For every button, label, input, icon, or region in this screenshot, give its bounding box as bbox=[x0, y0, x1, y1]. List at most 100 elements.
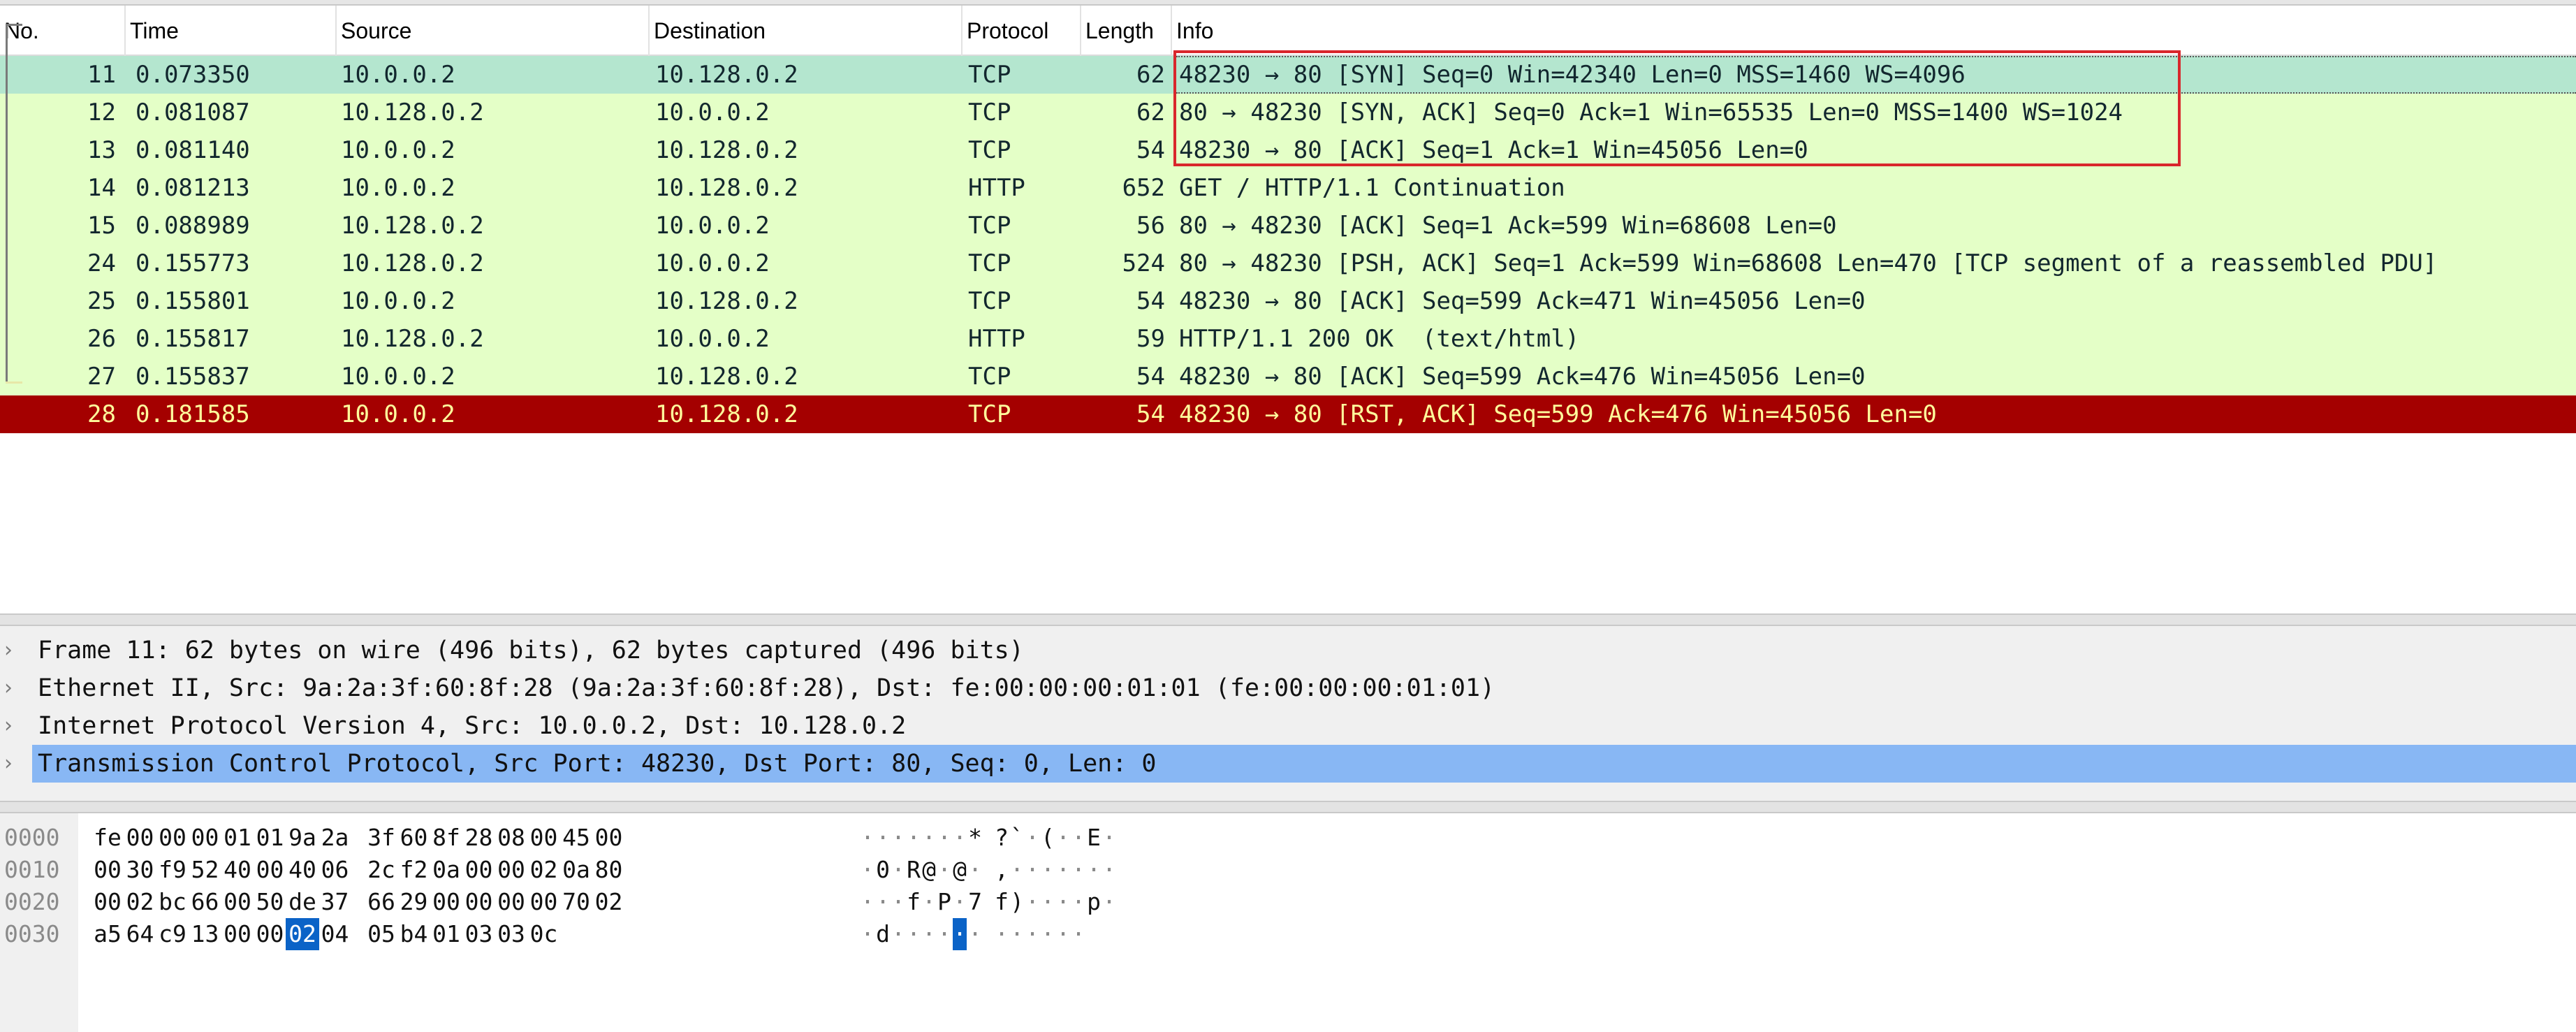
ascii-char[interactable]: · bbox=[968, 918, 982, 950]
ascii-char[interactable]: · bbox=[1010, 918, 1024, 950]
ascii-char[interactable]: · bbox=[953, 822, 967, 854]
ascii-char[interactable]: · bbox=[891, 822, 905, 854]
ascii-char[interactable]: · bbox=[1041, 918, 1055, 950]
ascii-char[interactable]: · bbox=[1071, 886, 1085, 918]
hex-byte[interactable]: 2c bbox=[365, 854, 398, 886]
detail-tree-item[interactable]: › Transmission Control Protocol, Src Port… bbox=[0, 745, 2576, 783]
ascii-char[interactable]: · bbox=[891, 918, 905, 950]
expand-arrow-icon[interactable]: › bbox=[4, 632, 25, 669]
hex-byte[interactable]: 00 bbox=[430, 886, 463, 918]
ascii-char[interactable]: · bbox=[922, 886, 936, 918]
ascii-char[interactable]: · bbox=[937, 918, 951, 950]
ascii-char[interactable]: f bbox=[995, 886, 1009, 918]
hex-byte[interactable]: de bbox=[286, 886, 319, 918]
hex-byte[interactable]: bc bbox=[156, 886, 189, 918]
hex-byte[interactable]: 13 bbox=[189, 918, 222, 950]
ascii-char[interactable]: ( bbox=[1041, 822, 1055, 854]
hex-byte[interactable]: 3f bbox=[365, 822, 398, 854]
ascii-char[interactable]: , bbox=[995, 854, 1009, 886]
ascii-char[interactable]: ` bbox=[1010, 822, 1024, 854]
hex-byte[interactable]: b4 bbox=[397, 918, 431, 950]
ascii-char[interactable]: ) bbox=[1010, 886, 1024, 918]
hex-byte[interactable]: 30 bbox=[124, 854, 157, 886]
packet-row[interactable]: 28 0.181585 10.0.0.2 10.128.0.2 TCP 54 48230 →… bbox=[0, 395, 2576, 433]
ascii-char[interactable]: · bbox=[922, 822, 936, 854]
ascii-char[interactable]: 0 bbox=[876, 854, 890, 886]
packet-row[interactable]: 14 0.081213 10.0.0.2 10.128.0.2 HTTP 652 GET /… bbox=[0, 169, 2576, 207]
hex-byte[interactable]: 00 bbox=[189, 822, 222, 854]
detail-tree-item[interactable]: › Internet Protocol Version 4, Src: 10.0.… bbox=[0, 707, 2576, 745]
hex-byte[interactable]: 01 bbox=[430, 918, 463, 950]
ascii-char[interactable]: @ bbox=[953, 854, 967, 886]
ascii-char[interactable]: · bbox=[953, 918, 967, 950]
packet-row[interactable]: 25 0.155801 10.0.0.2 10.128.0.2 TCP 54 48230 →… bbox=[0, 282, 2576, 320]
packet-row[interactable]: 13 0.081140 10.0.0.2 10.128.0.2 TCP 54 48230 →… bbox=[0, 131, 2576, 169]
ascii-char[interactable]: · bbox=[861, 918, 874, 950]
column-header-destination[interactable]: Destination bbox=[650, 6, 963, 56]
ascii-char[interactable]: · bbox=[1056, 854, 1070, 886]
hex-byte[interactable]: 2a bbox=[319, 822, 352, 854]
hex-byte[interactable]: 52 bbox=[189, 854, 222, 886]
hex-byte[interactable]: 9a bbox=[286, 822, 319, 854]
detail-tree-item[interactable]: › Frame 11: 62 bytes on wire (496 bits), … bbox=[0, 632, 2576, 669]
hex-byte[interactable]: 08 bbox=[495, 822, 528, 854]
ascii-char[interactable]: · bbox=[937, 822, 951, 854]
packet-row[interactable]: 24 0.155773 10.128.0.2 10.0.0.2 TCP 524 80 → 4… bbox=[0, 245, 2576, 282]
ascii-char[interactable]: · bbox=[953, 886, 967, 918]
hex-byte[interactable]: a5 bbox=[91, 918, 124, 950]
ascii-char[interactable]: 7 bbox=[968, 886, 982, 918]
ascii-char[interactable]: E bbox=[1087, 822, 1101, 854]
hex-byte[interactable]: 00 bbox=[495, 854, 528, 886]
ascii-char[interactable]: · bbox=[1071, 854, 1085, 886]
hex-byte[interactable]: 00 bbox=[156, 822, 189, 854]
ascii-char[interactable]: · bbox=[1041, 854, 1055, 886]
ascii-char[interactable]: ? bbox=[995, 822, 1009, 854]
ascii-char[interactable]: · bbox=[1102, 886, 1116, 918]
hex-byte[interactable]: 06 bbox=[319, 854, 352, 886]
ascii-char[interactable]: · bbox=[876, 886, 890, 918]
ascii-char[interactable]: · bbox=[1056, 822, 1070, 854]
hex-byte[interactable]: 03 bbox=[495, 918, 528, 950]
hex-byte[interactable]: 0c bbox=[527, 918, 561, 950]
hex-byte[interactable]: 04 bbox=[319, 918, 352, 950]
hex-byte[interactable]: 00 bbox=[124, 822, 157, 854]
column-header-no[interactable]: No. bbox=[0, 6, 126, 56]
hex-byte[interactable]: 00 bbox=[462, 886, 496, 918]
ascii-char[interactable]: · bbox=[876, 822, 890, 854]
hex-byte[interactable]: 40 bbox=[221, 854, 254, 886]
hex-byte[interactable]: 00 bbox=[91, 854, 124, 886]
packet-row[interactable]: 15 0.088989 10.128.0.2 10.0.0.2 TCP 56 80 → 48… bbox=[0, 207, 2576, 245]
ascii-char[interactable]: · bbox=[1071, 822, 1085, 854]
hex-byte[interactable]: 0a bbox=[559, 854, 593, 886]
packet-row[interactable]: 27 0.155837 10.0.0.2 10.128.0.2 TCP 54 48230 →… bbox=[0, 358, 2576, 395]
hex-byte[interactable]: 45 bbox=[559, 822, 593, 854]
hex-byte[interactable]: 00 bbox=[254, 918, 287, 950]
ascii-char[interactable]: · bbox=[907, 822, 921, 854]
ascii-char[interactable]: · bbox=[861, 854, 874, 886]
ascii-char[interactable]: @ bbox=[922, 854, 936, 886]
ascii-char[interactable]: p bbox=[1087, 886, 1101, 918]
ascii-char[interactable]: · bbox=[891, 886, 905, 918]
hex-byte[interactable]: 00 bbox=[91, 886, 124, 918]
expand-arrow-icon[interactable]: › bbox=[4, 707, 25, 745]
hex-byte[interactable]: 00 bbox=[527, 886, 561, 918]
column-header-source[interactable]: Source bbox=[337, 6, 650, 56]
hex-byte[interactable]: 40 bbox=[286, 854, 319, 886]
hex-byte[interactable]: 01 bbox=[254, 822, 287, 854]
packet-row[interactable]: 11 0.073350 10.0.0.2 10.128.0.2 TCP 62 48230 →… bbox=[0, 56, 2576, 94]
pane-splitter-bottom[interactable] bbox=[0, 801, 2576, 813]
column-header-length[interactable]: Length bbox=[1081, 6, 1172, 56]
ascii-char[interactable]: f bbox=[907, 886, 921, 918]
hex-byte[interactable]: 28 bbox=[462, 822, 496, 854]
ascii-char[interactable]: · bbox=[1056, 886, 1070, 918]
hex-byte[interactable]: f9 bbox=[156, 854, 189, 886]
ascii-char[interactable]: · bbox=[1087, 854, 1101, 886]
hex-byte[interactable]: 66 bbox=[189, 886, 222, 918]
hex-byte[interactable]: 70 bbox=[559, 886, 593, 918]
ascii-char[interactable]: · bbox=[1102, 822, 1116, 854]
ascii-char[interactable]: · bbox=[907, 918, 921, 950]
ascii-char[interactable]: · bbox=[1025, 822, 1039, 854]
hex-byte[interactable]: 03 bbox=[462, 918, 496, 950]
ascii-char[interactable]: · bbox=[1025, 918, 1039, 950]
ascii-char[interactable]: P bbox=[937, 886, 951, 918]
